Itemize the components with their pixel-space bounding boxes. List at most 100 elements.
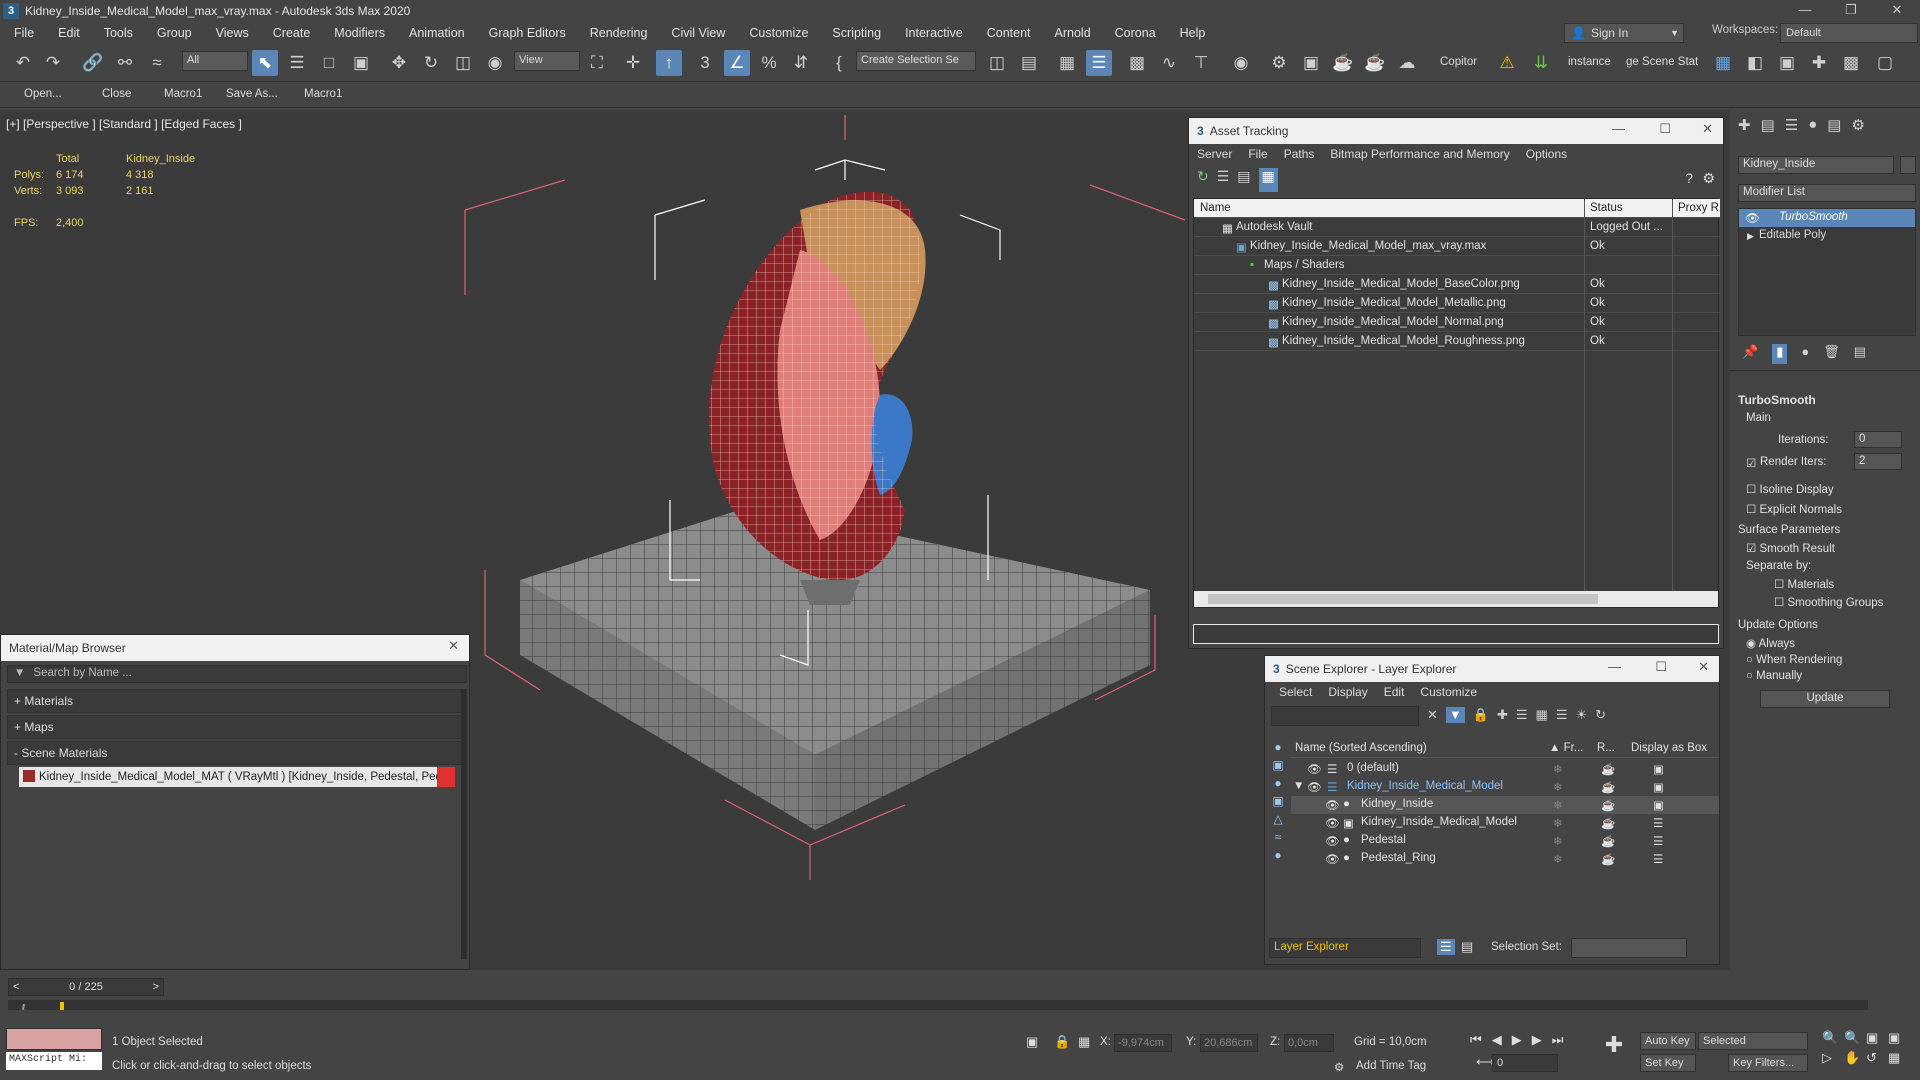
display-spacewarps-icon[interactable]: ≈ bbox=[1275, 830, 1282, 844]
snaps-toggle-icon[interactable]: 3 bbox=[692, 50, 718, 76]
display-cameras-icon[interactable]: ▣ bbox=[1272, 794, 1283, 808]
time-tag-icon[interactable]: ⚙ bbox=[1334, 1060, 1344, 1074]
select-manipulate-icon[interactable]: ✛ bbox=[620, 50, 646, 76]
render-icon[interactable]: ☕ bbox=[1330, 50, 1356, 76]
hierarchy-icon[interactable]: ▦ bbox=[1536, 707, 1548, 723]
play-icon[interactable]: ▶ bbox=[1512, 1032, 1522, 1048]
utilities-tab-icon[interactable]: ⚙ bbox=[1851, 116, 1864, 140]
scene-explorer-icon[interactable]: ▦ bbox=[1054, 50, 1080, 76]
menu-create[interactable]: Create bbox=[259, 26, 321, 40]
reference-coord-dropdown[interactable]: View bbox=[514, 51, 580, 71]
asset-row[interactable]: ▩ Kidney_Inside_Medical_Model_Roughness.p… bbox=[1194, 332, 1720, 351]
col-proxy[interactable]: Proxy R bbox=[1678, 202, 1719, 214]
at-menu-server[interactable]: Server bbox=[1189, 147, 1240, 161]
box-icon[interactable]: ☰ bbox=[1653, 852, 1663, 866]
menu-graph-editors[interactable]: Graph Editors bbox=[475, 26, 576, 40]
workspace-dropdown[interactable]: Default bbox=[1780, 23, 1918, 43]
graphite-ribbon-icon[interactable]: ▩ bbox=[1124, 50, 1150, 76]
add-layer-icon[interactable]: ✚ bbox=[1497, 707, 1508, 723]
rotate-icon[interactable]: ↻ bbox=[418, 50, 444, 76]
minimize-icon[interactable]: — bbox=[1612, 121, 1625, 136]
layer-row[interactable]: ▼ 👁 ☰ Kidney_Inside_Medical_Model ❄ ☕ ▣ bbox=[1291, 778, 1719, 796]
zoom-extents-icon[interactable]: ▣ bbox=[1866, 1030, 1888, 1046]
asset-path-field[interactable] bbox=[1193, 624, 1719, 644]
make-unique-icon[interactable]: ● bbox=[1801, 344, 1809, 364]
undo-icon[interactable]: ↶ bbox=[10, 50, 36, 76]
rendered-frame-icon[interactable]: ▣ bbox=[1298, 50, 1324, 76]
place-icon[interactable]: ◉ bbox=[482, 50, 508, 76]
asset-row[interactable]: ▩ Kidney_Inside_Medical_Model_Metallic.pn… bbox=[1194, 294, 1720, 313]
settings-icon[interactable]: ⚙ bbox=[1702, 170, 1715, 187]
asset-row[interactable]: ▦ Autodesk Vault Logged Out ... bbox=[1194, 218, 1720, 237]
material-browser-scrollbar[interactable] bbox=[461, 689, 467, 959]
refresh-icon[interactable]: ↻ bbox=[1197, 168, 1209, 192]
when-rendering-radio[interactable]: ○ bbox=[1746, 654, 1753, 666]
box-icon[interactable]: ☰ bbox=[1653, 816, 1663, 830]
help-icon[interactable]: ? bbox=[1685, 170, 1693, 186]
bind-spacewarp-icon[interactable]: ≈ bbox=[144, 50, 170, 76]
key-set-dropdown[interactable]: Selected bbox=[1698, 1032, 1808, 1050]
menu-help[interactable]: Help bbox=[1166, 26, 1216, 40]
x-coordinate-field[interactable]: -9,974cm bbox=[1114, 1034, 1172, 1052]
selection-set-dropdown[interactable] bbox=[1571, 938, 1687, 958]
visibility-eye-icon[interactable]: 👁 bbox=[1325, 852, 1340, 866]
warning-icon[interactable]: ⚠ bbox=[1494, 50, 1520, 76]
maximize-icon[interactable]: ☐ bbox=[1655, 659, 1667, 675]
se-menu-select[interactable]: Select bbox=[1271, 685, 1320, 699]
box-icon[interactable]: ▣ bbox=[1653, 780, 1664, 794]
highlight-icon[interactable]: ☀ bbox=[1575, 707, 1587, 723]
render-icon[interactable]: ☕ bbox=[1601, 780, 1615, 794]
se-menu-edit[interactable]: Edit bbox=[1376, 685, 1413, 699]
box-icon[interactable]: ▣ bbox=[1653, 762, 1664, 776]
set-key-button[interactable]: Set Key bbox=[1640, 1054, 1696, 1072]
render-iters-spinner[interactable]: 2 bbox=[1854, 453, 1902, 470]
layer-mode-icon[interactable]: ☰ bbox=[1437, 939, 1455, 955]
object-color-swatch[interactable] bbox=[1900, 156, 1916, 174]
material-editor-icon[interactable]: ◉ bbox=[1228, 50, 1254, 76]
stack-item-editable-poly[interactable]: ▶ Editable Poly bbox=[1739, 227, 1915, 245]
zoom-extents-all-icon[interactable]: ▣ bbox=[1888, 1030, 1910, 1046]
save-as-button[interactable]: Save As... bbox=[226, 88, 278, 100]
instance-label[interactable]: instance bbox=[1568, 56, 1611, 68]
asset-row[interactable]: ▣ Kidney_Inside_Medical_Model_max_vray.ma… bbox=[1194, 237, 1720, 256]
zoom-icon[interactable]: 🔍 bbox=[1822, 1030, 1844, 1046]
visibility-eye-icon[interactable]: 👁 bbox=[1325, 816, 1340, 830]
maps-section[interactable]: + Maps bbox=[7, 715, 467, 739]
col-freeze[interactable]: ▲ Fr... bbox=[1549, 742, 1583, 754]
chevron-right-icon[interactable]: > bbox=[153, 981, 159, 993]
expand-icon[interactable]: ▶ bbox=[1747, 231, 1754, 242]
col-name[interactable]: Name bbox=[1200, 202, 1231, 214]
freeze-icon[interactable]: ❄ bbox=[1553, 816, 1563, 830]
visibility-eye-icon[interactable]: 👁 bbox=[1325, 834, 1340, 848]
menu-civil-view[interactable]: Civil View bbox=[657, 26, 735, 40]
freeze-icon[interactable]: ❄ bbox=[1553, 762, 1563, 776]
se-menu-display[interactable]: Display bbox=[1320, 685, 1375, 699]
col-layer-name[interactable]: Name (Sorted Ascending) bbox=[1295, 742, 1427, 754]
explicit-normals-checkbox[interactable]: ☐ bbox=[1746, 504, 1756, 516]
menu-corona[interactable]: Corona bbox=[1101, 26, 1166, 40]
close-button[interactable]: Close bbox=[102, 88, 131, 100]
at-menu-paths[interactable]: Paths bbox=[1276, 147, 1323, 161]
open-button[interactable]: Open... bbox=[24, 88, 62, 100]
list-view-icon[interactable]: ☰ bbox=[1217, 168, 1230, 192]
scene-explorer-search-input[interactable] bbox=[1271, 706, 1419, 726]
field-of-view-icon[interactable]: ▷ bbox=[1822, 1050, 1844, 1066]
scene-material-item[interactable]: Kidney_Inside_Medical_Model_MAT ( VRayMt… bbox=[19, 767, 455, 787]
col-display-box[interactable]: Display as Box bbox=[1631, 742, 1707, 754]
menu-content[interactable]: Content bbox=[973, 26, 1041, 40]
display-geometry-icon[interactable]: ● bbox=[1274, 740, 1281, 754]
asset-horizontal-scrollbar[interactable] bbox=[1194, 591, 1718, 607]
render-icon[interactable]: ☕ bbox=[1601, 798, 1615, 812]
zoom-all-icon[interactable]: 🔍 bbox=[1844, 1030, 1866, 1046]
close-icon[interactable]: ✕ bbox=[1698, 659, 1709, 675]
menu-modifiers[interactable]: Modifiers bbox=[320, 26, 395, 40]
menu-interactive[interactable]: Interactive bbox=[891, 26, 973, 40]
at-menu-file[interactable]: File bbox=[1240, 147, 1275, 161]
modify-tab-icon[interactable]: ▤ bbox=[1761, 116, 1775, 140]
asset-row[interactable]: ▩ Kidney_Inside_Medical_Model_Normal.png O… bbox=[1194, 313, 1720, 332]
freeze-icon[interactable]: ❄ bbox=[1553, 780, 1563, 794]
show-end-result-icon[interactable]: ▮ bbox=[1772, 344, 1788, 364]
asset-row[interactable]: ▪ Maps / Shaders bbox=[1194, 256, 1720, 275]
render-icon[interactable]: ☕ bbox=[1601, 834, 1615, 848]
macro1b-button[interactable]: Macro1 bbox=[304, 88, 342, 100]
